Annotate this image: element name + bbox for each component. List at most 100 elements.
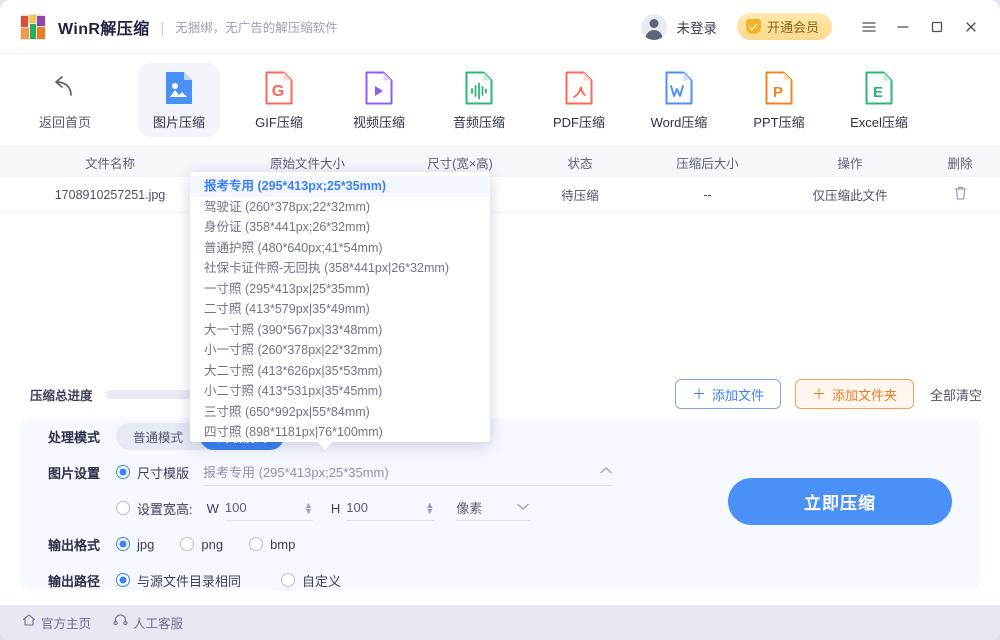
tool-tab-gif-compress[interactable]: G GIF压缩 [238, 63, 320, 137]
dropdown-option[interactable]: 小二寸照 (413*531px|35*45mm) [190, 381, 490, 402]
dropdown-option[interactable]: 小一寸照 (260*378px|22*32mm) [190, 340, 490, 361]
format-bmp-label[interactable]: bmp [270, 537, 295, 552]
dropdown-option[interactable]: 身份证 (358*441px;26*32mm) [190, 217, 490, 238]
open-vip-button[interactable]: 开通会员 [737, 13, 832, 40]
tool-tab-label: PDF压缩 [553, 112, 605, 131]
tool-tab-word-compress[interactable]: Word压缩 [638, 63, 720, 137]
size-template-dropdown[interactable]: 报考专用 (295*413px;25*35mm) 驾驶证 (260*378px;… [190, 172, 490, 442]
height-input-wrap[interactable]: ▲▼ [346, 495, 434, 521]
ppt-file-icon: P [763, 69, 795, 107]
path-same-label[interactable]: 与源文件目录相同 [137, 571, 241, 590]
format-option-png[interactable]: png [180, 537, 223, 552]
row-output-format: 输出格式 jpg png bmp [20, 526, 980, 562]
format-option-bmp[interactable]: bmp [249, 537, 295, 552]
plus-icon: ＋ [812, 387, 826, 401]
tool-tab-video-compress[interactable]: 视频压缩 [338, 63, 420, 137]
size-template-select[interactable]: 报考专用 (295*413px;25*35mm) [203, 459, 613, 486]
path-custom-label[interactable]: 自定义 [302, 571, 341, 590]
width-key-label: W [207, 501, 219, 516]
clear-all-button[interactable]: 全部清空 [930, 385, 982, 404]
custom-size-label[interactable]: 设置宽高: [137, 499, 193, 518]
path-option-custom[interactable]: 自定义 [281, 571, 341, 590]
row-output-path: 输出路径 与源文件目录相同 自定义 [20, 562, 980, 598]
add-file-label: 添加文件 [712, 385, 764, 404]
compress-now-button[interactable]: 立即压缩 [728, 478, 952, 525]
tool-tab-excel-compress[interactable]: E Excel压缩 [838, 63, 920, 137]
user-avatar-icon [641, 14, 667, 40]
close-icon[interactable] [954, 10, 988, 44]
tool-tab-label: 返回首页 [39, 112, 91, 131]
pdf-file-icon [563, 69, 595, 107]
customer-service-link[interactable]: 人工客服 [113, 613, 183, 632]
size-template-label[interactable]: 尺寸模版 [137, 463, 189, 482]
format-option-jpg[interactable]: jpg [116, 537, 154, 552]
app-logo: WinR解压缩 | 无捆绑，无广告的解压缩软件 [20, 14, 338, 40]
dropdown-option[interactable]: 报考专用 (295*413px;25*35mm) [190, 176, 490, 197]
chevron-up-icon [599, 466, 613, 478]
format-png-label[interactable]: png [201, 537, 223, 552]
table-row[interactable]: 1708910257251.jpg 待压缩 -- 仅压缩此文件 [0, 177, 1000, 213]
progress-label: 压缩总进度 [30, 385, 93, 404]
maximize-icon[interactable] [920, 10, 954, 44]
radio-custom-size[interactable] [116, 501, 130, 515]
column-header-filename: 文件名称 [0, 153, 220, 172]
image-settings-label: 图片设置 [48, 463, 116, 482]
dropdown-option[interactable]: 大一寸照 (390*567px|33*48mm) [190, 320, 490, 341]
audio-file-icon [463, 69, 495, 107]
path-option-same[interactable]: 与源文件目录相同 [116, 571, 241, 590]
svg-text:P: P [773, 84, 783, 101]
dropdown-option[interactable]: 四寸照 (898*1181px|76*100mm) [190, 422, 490, 443]
tool-tab-label: GIF压缩 [255, 112, 303, 131]
cell-delete[interactable] [920, 185, 1000, 204]
progress-row: 压缩总进度 0/1 ＋ 添加文件 ＋ 添加文件夹 全部清空 [0, 372, 1000, 416]
radio-png[interactable] [180, 537, 194, 551]
radio-jpg[interactable] [116, 537, 130, 551]
radio-same-dir[interactable] [116, 573, 130, 587]
status-bar: 官方主页 人工客服 [0, 605, 1000, 640]
radio-size-template[interactable] [116, 465, 130, 479]
trash-icon[interactable] [953, 185, 968, 204]
output-path-label: 输出路径 [48, 571, 116, 590]
hamburger-menu-icon[interactable] [852, 10, 886, 44]
dropdown-option[interactable]: 一寸照 (295*413px|25*35mm) [190, 279, 490, 300]
unit-value: 像素 [456, 498, 482, 517]
dropdown-option[interactable]: 大二寸照 (413*626px|35*53mm) [190, 361, 490, 382]
dropdown-option[interactable]: 普通护照 (480*640px;41*54mm) [190, 238, 490, 259]
width-stepper[interactable]: ▲▼ [304, 502, 313, 514]
format-jpg-label[interactable]: jpg [137, 537, 154, 552]
radio-bmp[interactable] [249, 537, 263, 551]
home-icon [22, 613, 36, 632]
minimize-icon[interactable] [886, 10, 920, 44]
mode-option-normal[interactable]: 普通模式 [116, 423, 200, 450]
tool-tab-label: PPT压缩 [753, 112, 804, 131]
tool-tab-back-home[interactable]: 返回首页 [24, 63, 106, 137]
headset-icon [113, 613, 128, 632]
user-account-button[interactable]: 未登录 [641, 14, 717, 40]
user-name-label: 未登录 [676, 17, 717, 37]
width-input[interactable] [225, 500, 287, 515]
add-file-button[interactable]: ＋ 添加文件 [675, 379, 781, 409]
dropdown-option[interactable]: 三寸照 (650*992px|55*84mm) [190, 402, 490, 423]
brand-slogan: 无捆绑，无广告的解压缩软件 [175, 17, 338, 36]
tool-tab-image-compress[interactable]: 图片压缩 [138, 63, 220, 137]
cell-action[interactable]: 仅压缩此文件 [780, 185, 920, 204]
tool-tab-audio-compress[interactable]: 音频压缩 [438, 63, 520, 137]
height-input[interactable] [346, 500, 408, 515]
file-action-buttons: ＋ 添加文件 ＋ 添加文件夹 全部清空 [675, 379, 1000, 409]
height-stepper[interactable]: ▲▼ [425, 502, 434, 514]
dropdown-option[interactable]: 社保卡证件照-无回执 (358*441px|26*32mm) [190, 258, 490, 279]
tool-tab-pdf-compress[interactable]: PDF压缩 [538, 63, 620, 137]
unit-select[interactable]: 像素 [456, 495, 530, 521]
radio-custom-dir[interactable] [281, 573, 295, 587]
back-arrow-icon [49, 69, 81, 107]
width-input-wrap[interactable]: ▲▼ [225, 495, 313, 521]
cell-status: 待压缩 [525, 185, 635, 204]
dropdown-option[interactable]: 驾驶证 (260*378px;22*32mm) [190, 197, 490, 218]
dropdown-option[interactable]: 二寸照 (413*579px|35*49mm) [190, 299, 490, 320]
official-homepage-link[interactable]: 官方主页 [22, 613, 91, 632]
tool-tab-ppt-compress[interactable]: P PPT压缩 [738, 63, 820, 137]
customer-service-label: 人工客服 [133, 613, 183, 632]
process-mode-label: 处理模式 [48, 427, 116, 446]
compress-this-file-link[interactable]: 仅压缩此文件 [812, 189, 887, 203]
add-folder-button[interactable]: ＋ 添加文件夹 [795, 379, 914, 409]
